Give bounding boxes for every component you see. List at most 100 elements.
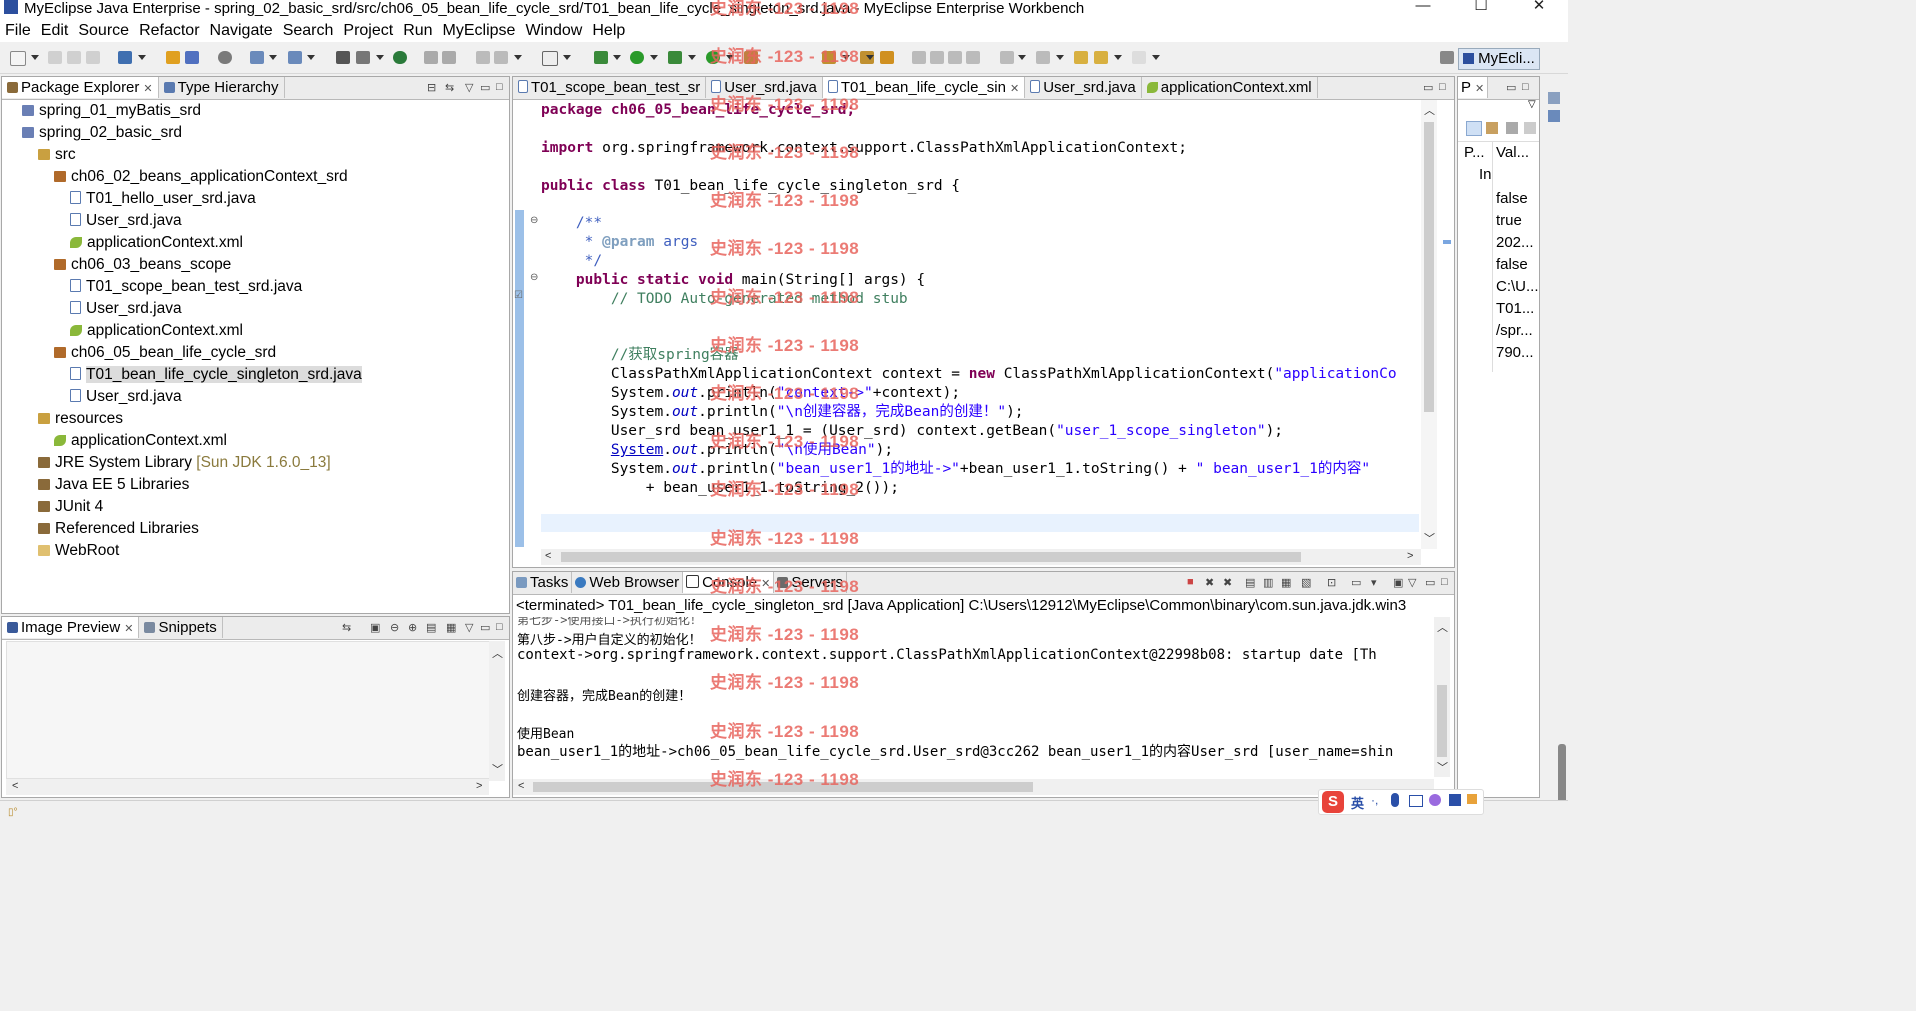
scroll-lock-icon[interactable]: ▥ bbox=[1263, 576, 1279, 589]
code-area[interactable]: ⊖ ⊖ ☑ package ch06_05_bean_life_cycle_sr… bbox=[513, 100, 1454, 549]
deploy-dropdown-icon[interactable] bbox=[269, 55, 277, 60]
tree-node[interactable]: T01_hello_user_srd.java bbox=[70, 189, 256, 209]
view-menu-icon[interactable]: ▽ bbox=[1528, 99, 1536, 110]
history-icon[interactable] bbox=[476, 51, 490, 64]
console-output[interactable]: 第七步->使用接口->执行初始化！ 第八步->用户自定义的初始化！ contex… bbox=[513, 617, 1438, 777]
scroll-up-icon[interactable]: ︿ bbox=[1437, 619, 1448, 635]
scroll-left-icon[interactable]: < bbox=[518, 780, 524, 792]
print-icon[interactable] bbox=[86, 51, 100, 64]
tab-web-browser[interactable]: Web Browser bbox=[572, 572, 684, 593]
tree-node[interactable]: Java EE 5 Libraries bbox=[38, 475, 189, 495]
punctuation-icon[interactable]: ·, bbox=[1371, 793, 1378, 807]
tree-node[interactable]: ch06_03_beans_scope bbox=[54, 255, 231, 275]
save-all-icon[interactable] bbox=[67, 51, 81, 64]
link-editor-icon[interactable]: ⇆ bbox=[445, 81, 460, 94]
toolbox-icon[interactable] bbox=[1449, 794, 1461, 806]
show-advanced-icon[interactable] bbox=[1486, 122, 1498, 134]
microphone-icon[interactable] bbox=[1391, 793, 1399, 807]
tree-node[interactable]: spring_02_basic_srd bbox=[22, 123, 182, 143]
refresh-icon[interactable]: ⇆ bbox=[342, 621, 357, 634]
property-value[interactable]: C:\U... bbox=[1496, 276, 1539, 298]
xml-dropdown-icon[interactable] bbox=[376, 55, 384, 60]
annotation-icon[interactable] bbox=[912, 51, 926, 64]
tree-node[interactable]: applicationContext.xml bbox=[70, 321, 243, 341]
scroll-up-icon[interactable]: ︿ bbox=[1424, 102, 1435, 118]
close-button[interactable]: ✕ bbox=[1516, 0, 1562, 18]
show-on-output-icon[interactable]: ▦ bbox=[1281, 576, 1297, 589]
deploy-icon[interactable] bbox=[250, 51, 264, 64]
clear-console-icon[interactable]: ▤ bbox=[1245, 576, 1261, 589]
menu-run[interactable]: Run bbox=[398, 20, 437, 42]
block-selection-icon[interactable] bbox=[948, 51, 962, 64]
tab-type-hierarchy[interactable]: Type Hierarchy bbox=[159, 77, 285, 98]
maximize-view-icon[interactable]: □ bbox=[496, 81, 509, 93]
filter-icon[interactable] bbox=[1506, 122, 1518, 134]
minimize-view-icon[interactable]: ▭ bbox=[480, 81, 496, 94]
menu-file[interactable]: File bbox=[0, 20, 36, 42]
view-menu-icon[interactable]: ▽ bbox=[465, 81, 479, 94]
forward-icon[interactable] bbox=[1132, 51, 1146, 64]
compare-icon[interactable] bbox=[494, 51, 508, 64]
maximize-view-icon[interactable]: □ bbox=[1522, 81, 1535, 93]
zoom-fit-icon[interactable]: ▣ bbox=[370, 621, 386, 634]
web-service-icon[interactable] bbox=[336, 51, 350, 64]
menu-project[interactable]: Project bbox=[338, 20, 398, 42]
sogou-ime-icon[interactable]: S bbox=[1322, 791, 1344, 813]
value-column-header[interactable]: Val... bbox=[1496, 144, 1529, 161]
remove-launch-icon[interactable]: ✖ bbox=[1205, 576, 1220, 589]
show-on-error-icon[interactable]: ▧ bbox=[1301, 576, 1317, 589]
new-project-dropdown-icon[interactable] bbox=[138, 55, 146, 60]
collapse-all-icon[interactable]: ⊟ bbox=[427, 81, 442, 94]
scroll-left-icon[interactable]: < bbox=[12, 780, 18, 792]
tree-node[interactable]: WebRoot bbox=[38, 541, 119, 561]
property-value[interactable]: /spr... bbox=[1496, 320, 1539, 342]
next-annotation-dropdown-icon[interactable] bbox=[1018, 55, 1026, 60]
back-icon[interactable] bbox=[1094, 51, 1108, 64]
debug-dropdown-icon[interactable] bbox=[613, 55, 621, 60]
editor-vertical-scrollbar[interactable]: ︿ ﹀ bbox=[1421, 100, 1437, 549]
tree-node[interactable]: ch06_02_beans_applicationContext_srd bbox=[54, 167, 348, 187]
back-dropdown-icon[interactable] bbox=[1114, 55, 1122, 60]
menu-myeclipse[interactable]: MyEclipse bbox=[438, 20, 521, 42]
menu-navigate[interactable]: Navigate bbox=[205, 20, 278, 42]
save-icon[interactable] bbox=[48, 51, 62, 64]
console-icon[interactable] bbox=[542, 51, 558, 66]
close-icon[interactable]: ✕ bbox=[143, 83, 152, 95]
new-icon[interactable] bbox=[10, 51, 26, 66]
tree-node[interactable]: JUnit 4 bbox=[38, 497, 103, 517]
new-dropdown-icon[interactable] bbox=[31, 55, 39, 60]
close-icon[interactable]: ✕ bbox=[1010, 83, 1019, 95]
xml-icon[interactable] bbox=[356, 51, 370, 64]
fit-window-icon[interactable]: ▦ bbox=[446, 621, 462, 634]
maximize-view-icon[interactable]: □ bbox=[1439, 81, 1452, 93]
console-horizontal-scrollbar[interactable]: < bbox=[513, 779, 1434, 795]
perspective-switcher[interactable]: MyEcli... bbox=[1458, 48, 1540, 70]
new-java-project-icon[interactable] bbox=[118, 51, 132, 64]
view-menu-icon[interactable]: ▽ bbox=[465, 621, 479, 634]
forward-dropdown-icon[interactable] bbox=[1152, 55, 1160, 60]
tab-properties[interactable]: P ✕ bbox=[1458, 77, 1489, 98]
maximize-view-icon[interactable]: □ bbox=[496, 621, 509, 633]
preview-vertical-scrollbar[interactable]: ︿ ﹀ bbox=[489, 641, 505, 781]
console-vertical-scrollbar[interactable]: ︿ ﹀ bbox=[1434, 617, 1450, 777]
tree-node[interactable]: applicationContext.xml bbox=[70, 233, 243, 253]
minimize-view-icon[interactable]: ▭ bbox=[480, 621, 496, 634]
run-icon[interactable] bbox=[630, 51, 644, 64]
minimize-view-icon[interactable]: ▭ bbox=[1506, 81, 1522, 94]
task-icon[interactable] bbox=[880, 51, 894, 64]
outline-icon[interactable] bbox=[1548, 110, 1560, 122]
run-server-icon[interactable] bbox=[288, 51, 302, 64]
scroll-left-icon[interactable]: < bbox=[545, 550, 551, 562]
property-value[interactable]: 202... bbox=[1496, 232, 1539, 254]
keyboard-icon[interactable] bbox=[1409, 795, 1423, 807]
property-value[interactable]: T01... bbox=[1496, 298, 1539, 320]
sync-icon[interactable] bbox=[424, 51, 438, 64]
pin-console-icon[interactable]: ⊡ bbox=[1327, 576, 1342, 589]
last-edit-icon[interactable] bbox=[1074, 51, 1088, 64]
maximize-button[interactable]: ☐ bbox=[1458, 0, 1504, 18]
property-value[interactable]: true bbox=[1496, 210, 1539, 232]
next-annotation-icon[interactable] bbox=[1000, 51, 1014, 64]
debug-icon[interactable] bbox=[594, 51, 608, 64]
ime-extra-icon[interactable] bbox=[1467, 794, 1477, 804]
tree-node-selected[interactable]: T01_bean_life_cycle_singleton_srd.java bbox=[70, 365, 362, 385]
